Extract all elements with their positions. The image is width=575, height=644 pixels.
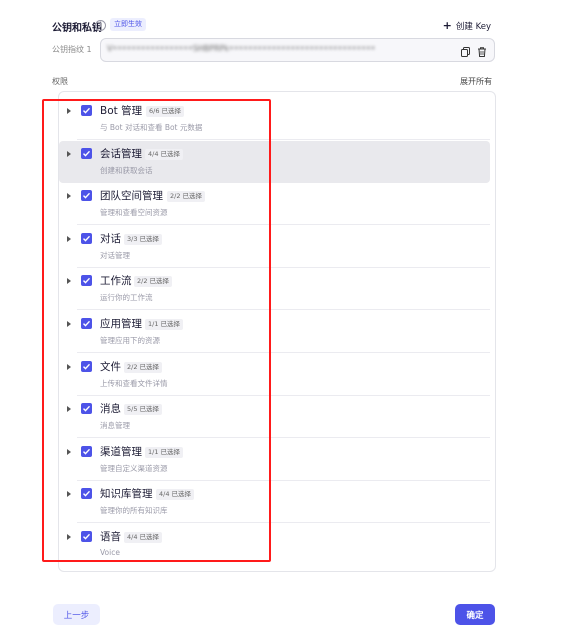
info-icon[interactable]: i <box>95 20 106 31</box>
permission-name: 语音 <box>100 531 121 543</box>
checkbox[interactable] <box>81 148 92 159</box>
confirm-button[interactable]: 确定 <box>455 604 495 625</box>
caret-right-icon[interactable] <box>67 236 71 242</box>
check-icon <box>83 533 91 540</box>
divider <box>77 139 490 140</box>
plus-icon: + <box>442 19 452 32</box>
permission-count: 4/4 已选择 <box>156 489 195 500</box>
caret-right-icon[interactable] <box>67 108 71 114</box>
check-icon <box>83 235 91 242</box>
permission-desc: 管理你的所有知识库 <box>100 506 168 515</box>
check-icon <box>83 107 91 114</box>
permission-name: 对话 <box>100 233 121 245</box>
trash-icon[interactable] <box>476 43 488 57</box>
permission-desc: 对话管理 <box>100 251 130 260</box>
check-icon <box>83 448 91 455</box>
permission-item-app[interactable]: 应用管理 1/1 已选择 管理应用下的资源 <box>59 311 490 353</box>
permission-item-message[interactable]: 消息 5/5 已选择 消息管理 <box>59 396 490 438</box>
create-key-button[interactable]: + 创建 Key <box>443 19 491 32</box>
check-icon <box>83 192 91 199</box>
permission-count: 1/1 已选择 <box>145 447 184 458</box>
permission-item-file[interactable]: 文件 2/2 已选择 上传和查看文件详情 <box>59 354 490 396</box>
permission-count: 5/5 已选择 <box>124 404 163 415</box>
caret-right-icon[interactable] <box>67 151 71 157</box>
check-icon <box>83 320 91 327</box>
checkbox[interactable] <box>81 488 92 499</box>
permission-desc: 管理自定义渠道资源 <box>100 464 168 473</box>
permission-desc: 运行你的工作流 <box>100 293 153 302</box>
permission-item-bot[interactable]: Bot 管理 6/6 已选择 与 Bot 对话和查看 Bot 元数据 <box>59 98 490 140</box>
check-icon <box>83 490 91 497</box>
permission-count: 2/2 已选择 <box>167 191 206 202</box>
caret-right-icon[interactable] <box>67 449 71 455</box>
fingerprint-label: 公钥指纹 1 <box>52 45 92 54</box>
permission-desc: Voice <box>100 548 120 557</box>
permission-name: 会话管理 <box>100 148 142 160</box>
permission-count: 4/4 已选择 <box>124 532 163 543</box>
checkbox[interactable] <box>81 318 92 329</box>
divider <box>77 224 490 225</box>
permission-item-knowledge[interactable]: 知识库管理 4/4 已选择 管理你的所有知识库 <box>59 481 490 523</box>
permission-name: 团队空间管理 <box>100 190 163 202</box>
fingerprint-value: V•••••••••••••••••SHBPRPk•••••••••••••••… <box>107 44 376 53</box>
caret-right-icon[interactable] <box>67 534 71 540</box>
checkbox[interactable] <box>81 446 92 457</box>
expand-all-button[interactable]: 展开所有 <box>460 76 492 87</box>
divider <box>77 352 490 353</box>
permission-desc: 管理和查看空间资源 <box>100 208 168 217</box>
checkbox[interactable] <box>81 190 92 201</box>
permission-item-voice[interactable]: 语音 4/4 已选择 Voice <box>59 524 490 566</box>
checkbox[interactable] <box>81 403 92 414</box>
caret-right-icon[interactable] <box>67 193 71 199</box>
caret-right-icon[interactable] <box>67 364 71 370</box>
keys-header: 公钥和私钥 i 立即生效 + 创建 Key <box>52 18 493 34</box>
permission-desc: 消息管理 <box>100 421 130 430</box>
permission-item-chat[interactable]: 对话 3/3 已选择 对话管理 <box>59 226 490 268</box>
permission-count: 2/2 已选择 <box>134 276 173 287</box>
caret-right-icon[interactable] <box>67 406 71 412</box>
checkbox[interactable] <box>81 105 92 116</box>
caret-right-icon[interactable] <box>67 491 71 497</box>
check-icon <box>83 363 91 370</box>
permission-item-conversation[interactable]: 会话管理 4/4 已选择 创建和获取会话 <box>59 141 490 183</box>
divider <box>77 309 490 310</box>
permission-name: 应用管理 <box>100 318 142 330</box>
permission-name: 知识库管理 <box>100 488 153 500</box>
divider <box>77 437 490 438</box>
permission-count: 4/4 已选择 <box>145 149 184 160</box>
fingerprint-field[interactable]: V•••••••••••••••••SHBPRPk•••••••••••••••… <box>100 38 495 62</box>
permission-name: 工作流 <box>100 275 132 287</box>
checkbox[interactable] <box>81 361 92 372</box>
permission-list: Bot 管理 6/6 已选择 与 Bot 对话和查看 Bot 元数据 会话管理 … <box>58 91 496 572</box>
permission-count: 6/6 已选择 <box>146 106 185 117</box>
create-key-label: 创建 Key <box>455 22 491 32</box>
permission-desc: 管理应用下的资源 <box>100 336 160 345</box>
permission-count: 2/2 已选择 <box>124 362 163 373</box>
caret-right-icon[interactable] <box>67 321 71 327</box>
check-icon <box>83 405 91 412</box>
caret-right-icon[interactable] <box>67 278 71 284</box>
checkbox[interactable] <box>81 275 92 286</box>
checkbox[interactable] <box>81 531 92 542</box>
check-icon <box>83 150 91 157</box>
permission-count: 3/3 已选择 <box>124 234 163 245</box>
permission-desc: 创建和获取会话 <box>100 166 153 175</box>
permission-name: 渠道管理 <box>100 446 142 458</box>
check-icon <box>83 277 91 284</box>
permission-name: 消息 <box>100 403 121 415</box>
back-button[interactable]: 上一步 <box>53 604 100 625</box>
permission-item-channel[interactable]: 渠道管理 1/1 已选择 管理自定义渠道资源 <box>59 439 490 481</box>
permissions-label: 权限 <box>52 77 68 86</box>
divider <box>77 522 490 523</box>
permission-desc: 上传和查看文件详情 <box>100 379 168 388</box>
effect-tag: 立即生效 <box>110 18 146 31</box>
copy-icon[interactable] <box>460 43 472 57</box>
permission-name: 文件 <box>100 361 121 373</box>
permission-item-workflow[interactable]: 工作流 2/2 已选择 运行你的工作流 <box>59 268 490 310</box>
permission-count: 1/1 已选择 <box>145 319 184 330</box>
permission-item-team-space[interactable]: 团队空间管理 2/2 已选择 管理和查看空间资源 <box>59 183 490 225</box>
checkbox[interactable] <box>81 233 92 244</box>
permission-name: Bot 管理 <box>100 105 143 117</box>
permission-desc: 与 Bot 对话和查看 Bot 元数据 <box>100 123 203 132</box>
